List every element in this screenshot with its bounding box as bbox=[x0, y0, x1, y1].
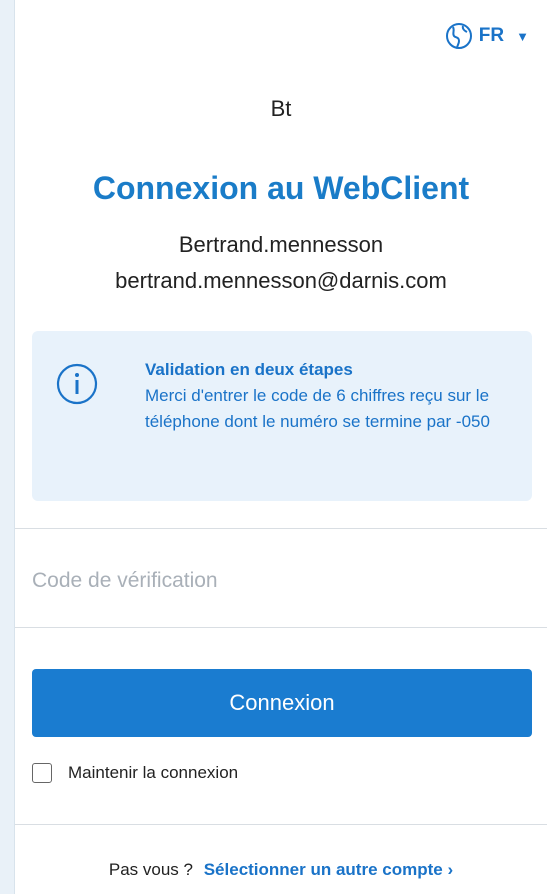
divider bbox=[15, 528, 547, 529]
connect-button[interactable]: Connexion bbox=[32, 669, 532, 737]
info-message: Validation en deux étapes Merci d'entrer… bbox=[145, 357, 520, 435]
left-edge bbox=[0, 0, 14, 894]
remember-checkbox[interactable] bbox=[32, 763, 52, 783]
globe-icon bbox=[445, 22, 473, 50]
info-title: Validation en deux étapes bbox=[145, 360, 353, 379]
divider bbox=[15, 824, 547, 825]
account-email: bertrand.mennesson@darnis.com bbox=[115, 268, 447, 293]
avatar: Bt bbox=[270, 96, 292, 121]
switch-account-link[interactable]: Sélectionner un autre compte › bbox=[204, 860, 453, 879]
info-icon bbox=[55, 362, 99, 406]
caret-down-icon: ▼ bbox=[516, 28, 529, 44]
divider bbox=[15, 627, 547, 628]
remember-me[interactable]: Maintenir la connexion bbox=[32, 763, 238, 783]
remember-label: Maintenir la connexion bbox=[68, 763, 239, 782]
footer-prefix: Pas vous ? bbox=[108, 860, 193, 879]
language-code: FR bbox=[478, 25, 505, 46]
footer: Pas vous ? Sélectionner un autre compte … bbox=[15, 860, 547, 880]
left-edge-border bbox=[14, 0, 15, 894]
verification-code-input[interactable] bbox=[32, 560, 532, 602]
language-selector[interactable]: FR ▼ bbox=[445, 22, 529, 50]
login-panel: FR ▼ Bt Connexion au WebClient Bertrand.… bbox=[0, 0, 547, 894]
account-username: Bertrand.mennesson bbox=[178, 232, 384, 257]
info-body: Merci d'entrer le code de 6 chiffres reç… bbox=[145, 386, 490, 431]
page-title: Connexion au WebClient bbox=[92, 170, 470, 206]
